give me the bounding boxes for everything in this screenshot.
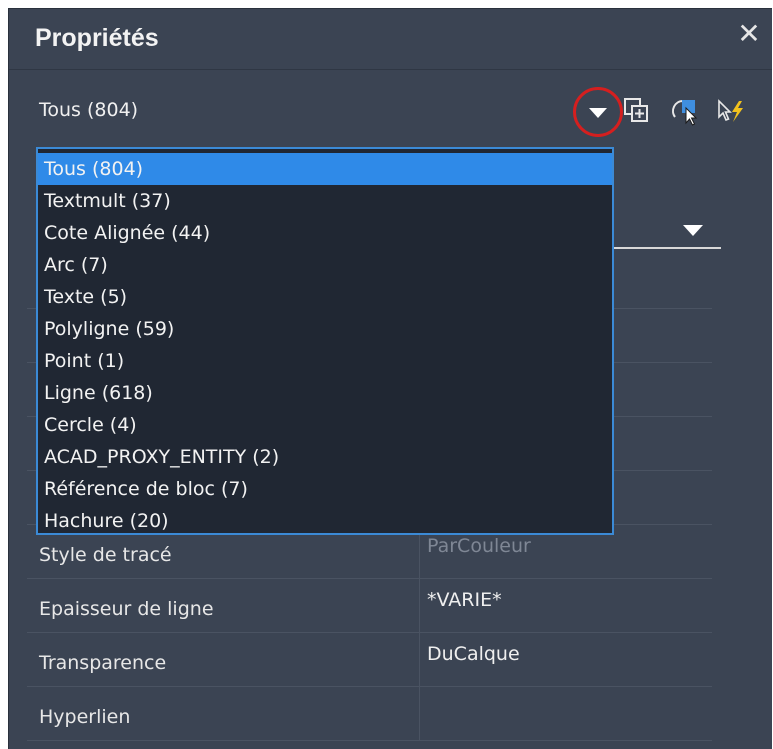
dropdown-item[interactable]: Hachure (20) bbox=[38, 505, 612, 537]
property-value[interactable]: DuCalque bbox=[427, 643, 520, 665]
properties-palette: Propriétés ✕ Tous (804) Style de tracé P… bbox=[8, 8, 772, 749]
quick-select-icon[interactable] bbox=[715, 95, 747, 127]
dropdown-item[interactable]: ACAD_PROXY_ENTITY (2) bbox=[38, 441, 612, 473]
property-value: ParCouleur bbox=[427, 535, 531, 557]
object-type-selector[interactable]: Tous (804) bbox=[9, 71, 772, 143]
toggle-pickadd-icon[interactable] bbox=[621, 95, 653, 127]
property-name: Style de tracé bbox=[39, 544, 172, 566]
palette-title: Propriétés bbox=[35, 24, 159, 52]
dropdown-item[interactable]: Cercle (4) bbox=[38, 409, 612, 441]
select-objects-icon[interactable] bbox=[669, 95, 701, 127]
dropdown-arrow-button[interactable] bbox=[573, 87, 623, 137]
dropdown-item[interactable]: Tous (804) bbox=[38, 153, 612, 185]
dropdown-item[interactable]: Référence de bloc (7) bbox=[38, 473, 612, 505]
property-name: Hyperlien bbox=[39, 706, 131, 728]
property-name: Epaisseur de ligne bbox=[39, 598, 214, 620]
property-row-lineweight[interactable]: Epaisseur de ligne *VARIE* bbox=[27, 579, 712, 633]
dropdown-item[interactable]: Point (1) bbox=[38, 345, 612, 377]
selected-object-type[interactable]: Tous (804) bbox=[39, 99, 138, 121]
property-row-hyperlink[interactable]: Hyperlien bbox=[27, 687, 712, 741]
dropdown-item[interactable]: Texte (5) bbox=[38, 281, 612, 313]
property-dropdown[interactable] bbox=[601, 221, 721, 249]
property-value[interactable]: *VARIE* bbox=[427, 589, 502, 611]
palette-titlebar: Propriétés ✕ bbox=[9, 9, 772, 70]
property-name: Transparence bbox=[39, 652, 167, 674]
object-type-dropdown-list[interactable]: Tous (804) Textmult (37) Cote Alignée (4… bbox=[36, 147, 614, 535]
dropdown-item[interactable]: Textmult (37) bbox=[38, 185, 612, 217]
dropdown-item[interactable]: Arc (7) bbox=[38, 249, 612, 281]
property-row-transparency[interactable]: Transparence DuCalque bbox=[27, 633, 712, 687]
dropdown-item[interactable]: Polyligne (59) bbox=[38, 313, 612, 345]
chevron-down-icon bbox=[589, 108, 607, 118]
chevron-down-icon bbox=[683, 225, 703, 236]
close-icon[interactable]: ✕ bbox=[732, 17, 766, 51]
dropdown-item[interactable]: Ligne (618) bbox=[38, 377, 612, 409]
dropdown-item[interactable]: Cote Alignée (44) bbox=[38, 217, 612, 249]
